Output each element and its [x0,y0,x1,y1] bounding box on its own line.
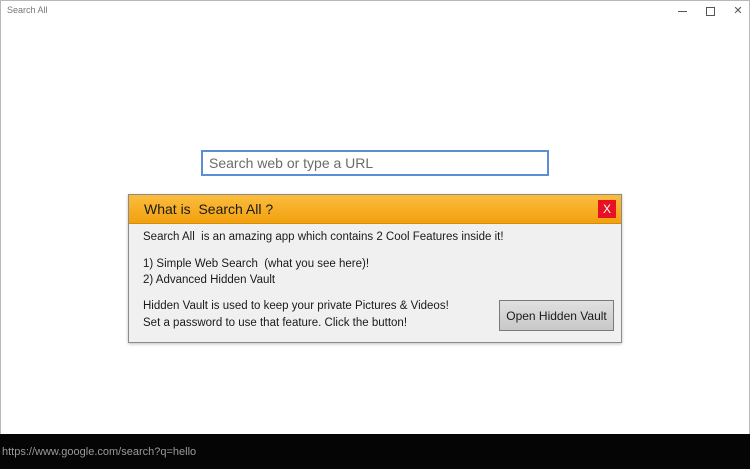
dialog-title: What is Search All ? [144,201,274,217]
window-title: Search All [7,5,48,15]
feature-item: 2) Advanced Hidden Vault [143,274,276,286]
minimize-icon [677,10,687,12]
feature-item: 1) Simple Web Search (what you see here)… [143,258,370,270]
maximize-icon [705,6,715,16]
open-hidden-vault-button[interactable]: Open Hidden Vault [499,300,614,331]
vault-description: Hidden Vault is used to keep your privat… [143,300,449,312]
status-url: https://www.google.com/search?q=hello [2,446,197,458]
search-input[interactable] [201,150,549,176]
info-dialog: What is Search All ? X Search All is an … [128,194,622,343]
window-close-button[interactable]: ✕ [724,1,750,21]
status-bar: https://www.google.com/search?q=hello [0,434,750,469]
title-bar[interactable]: Search All ✕ [1,1,749,21]
dialog-intro-text: Search All is an amazing app which conta… [143,231,504,243]
maximize-button[interactable] [696,1,724,21]
close-icon: ✕ [733,4,743,17]
minimize-button[interactable] [668,1,696,21]
vault-instruction: Set a password to use that feature. Clic… [143,317,408,329]
dialog-header: What is Search All ? X [129,195,621,224]
dialog-close-button[interactable]: X [598,200,616,218]
